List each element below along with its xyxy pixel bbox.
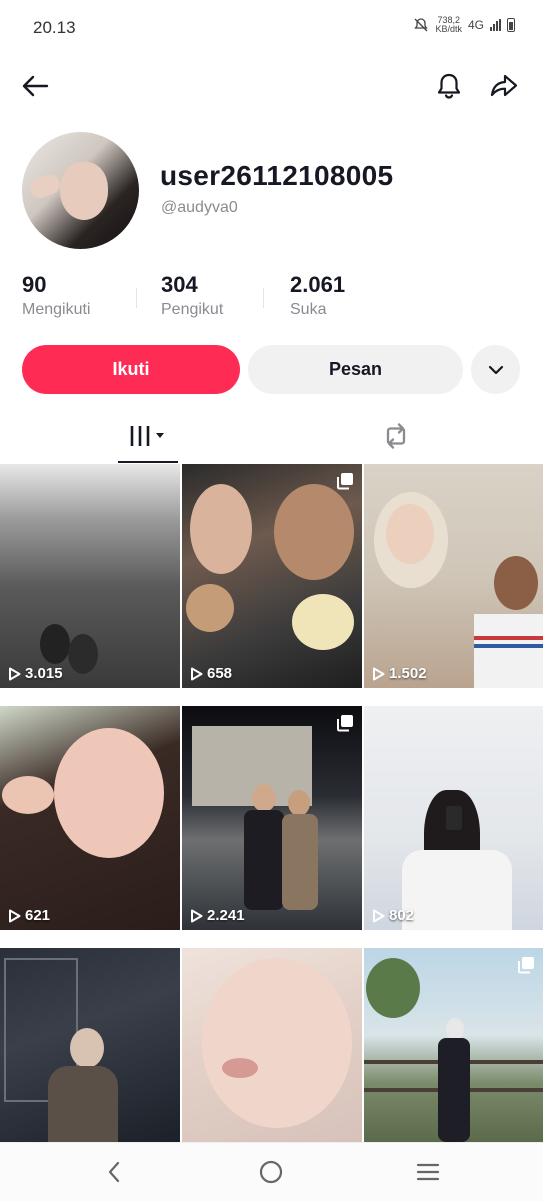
profile-handle: @audyva0	[161, 199, 238, 216]
status-indicators: 738,2 KB/dtk 4G	[413, 16, 515, 34]
tab-reposts[interactable]	[348, 408, 444, 464]
stat-followers-value: 304	[161, 272, 198, 297]
stat-followers[interactable]: 304 Pengikut	[161, 272, 223, 319]
top-bar	[0, 62, 543, 112]
play-icon	[373, 667, 385, 680]
stat-following-label: Mengikuti	[22, 301, 91, 318]
view-count: 3.015	[8, 665, 63, 682]
play-icon	[9, 909, 21, 922]
nav-menu-icon[interactable]	[410, 1157, 446, 1187]
stat-likes[interactable]: 2.061 Suka	[290, 272, 345, 319]
video-thumbnail[interactable]: 802	[364, 706, 543, 930]
network-type: 4G	[467, 18, 484, 32]
video-thumbnail[interactable]	[364, 948, 543, 1142]
multi-photo-icon	[336, 472, 354, 495]
view-count-value: 621	[25, 907, 51, 924]
view-count: 2.241	[190, 907, 245, 924]
stat-likes-value: 2.061	[290, 272, 346, 297]
signal-icon	[490, 19, 501, 31]
avatar[interactable]	[22, 132, 139, 249]
video-thumbnail[interactable]	[182, 948, 362, 1142]
view-count-value: 1.502	[389, 665, 427, 682]
stat-following-value: 90	[22, 272, 47, 297]
divider	[263, 288, 264, 308]
chevron-down-icon	[488, 365, 503, 374]
bell-icon[interactable]	[429, 66, 469, 106]
video-thumbnail[interactable]: 658	[182, 464, 362, 688]
back-arrow-icon[interactable]	[15, 66, 55, 106]
message-button[interactable]: Pesan	[248, 345, 463, 394]
stat-likes-label: Suka	[290, 301, 327, 318]
video-grid: 3.015 658 1.502 621 2.241 802	[0, 464, 543, 1142]
stat-followers-label: Pengikut	[161, 301, 224, 318]
status-time: 20.13	[33, 18, 76, 37]
view-count: 1.502	[372, 665, 427, 682]
play-icon	[191, 909, 203, 922]
stat-following[interactable]: 90 Mengikuti	[22, 272, 90, 319]
videos-grid-icon	[130, 426, 164, 446]
play-icon	[191, 667, 203, 680]
profile-stats: 90 Mengikuti 304 Pengikut 2.061 Suka	[22, 272, 522, 332]
view-count: 802	[372, 907, 414, 924]
video-thumbnail[interactable]: 621	[0, 706, 180, 930]
divider	[136, 288, 137, 308]
play-icon	[373, 909, 385, 922]
video-thumbnail[interactable]: 1.502	[364, 464, 543, 688]
view-count-value: 802	[389, 907, 415, 924]
video-thumbnail[interactable]: 3.015	[0, 464, 180, 688]
view-count: 658	[190, 665, 232, 682]
nav-back-icon[interactable]	[96, 1157, 132, 1187]
profile-tabs	[0, 408, 543, 464]
view-count-value: 3.015	[25, 665, 63, 682]
follow-button[interactable]: Ikuti	[22, 345, 240, 394]
multi-photo-icon	[517, 956, 535, 979]
data-rate-unit: KB/dtk	[435, 24, 462, 34]
multi-photo-icon	[336, 714, 354, 737]
view-count-value: 2.241	[207, 907, 245, 924]
system-nav-bar	[0, 1142, 543, 1201]
tab-videos[interactable]	[100, 408, 196, 464]
data-rate: 738,2 KB/dtk	[435, 16, 462, 34]
profile-username: user26112108005	[160, 160, 394, 191]
view-count-value: 658	[207, 665, 233, 682]
nav-home-icon[interactable]	[253, 1157, 289, 1187]
mute-icon	[414, 18, 429, 32]
play-icon	[9, 667, 21, 680]
more-button[interactable]	[471, 345, 520, 394]
view-count: 621	[8, 907, 50, 924]
share-icon[interactable]	[484, 66, 524, 106]
video-thumbnail[interactable]	[0, 948, 180, 1142]
battery-icon	[507, 18, 515, 32]
tab-active-indicator	[118, 461, 178, 463]
repost-icon	[386, 423, 406, 449]
video-thumbnail[interactable]: 2.241	[182, 706, 362, 930]
status-bar: 20.13 738,2 KB/dtk 4G	[0, 0, 543, 58]
